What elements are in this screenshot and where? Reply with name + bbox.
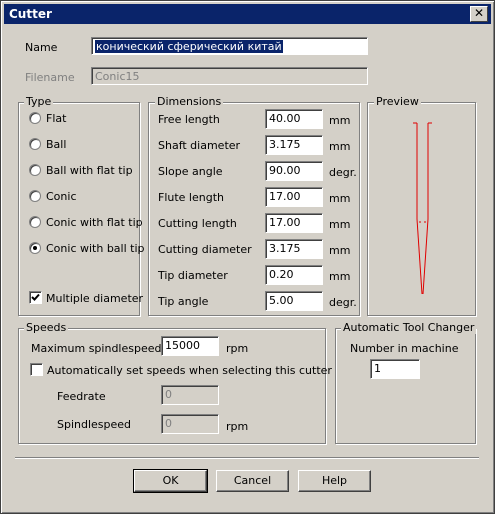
window-title: Cutter [9, 7, 52, 21]
multiple-diameter-label: Multiple diameter [46, 292, 144, 305]
type-radio[interactable] [29, 216, 41, 228]
type-option-label: Ball with flat tip [46, 164, 133, 177]
checkmark-icon [31, 293, 40, 301]
preview-group-title: Preview [374, 95, 421, 108]
number-in-machine-input[interactable]: 1 [370, 359, 420, 379]
dimension-label: Cutting diameter [158, 243, 252, 256]
speeds-group-title: Speeds [24, 321, 69, 334]
cutter-dialog: Cutter ✕ Name конический сферический кит… [0, 0, 495, 514]
dimension-input[interactable]: 0.20 [265, 265, 323, 285]
radio-selected-dot [33, 246, 37, 250]
dimension-unit: degr. [329, 296, 357, 309]
dimension-unit: mm [329, 114, 351, 127]
cutter-preview-drawing [413, 122, 432, 295]
dimension-input[interactable]: 90.00 [265, 161, 323, 181]
type-option-label: Conic with ball tip [46, 242, 145, 255]
dimension-label: Flute length [158, 191, 224, 204]
atc-group-title: Automatic Tool Changer [341, 321, 477, 334]
dimension-unit: mm [329, 140, 351, 153]
dimension-input[interactable]: 3.175 [265, 239, 323, 259]
type-radio[interactable] [29, 242, 41, 254]
type-group [18, 102, 140, 316]
name-label: Name [25, 41, 58, 54]
dimension-label: Slope angle [158, 165, 223, 178]
name-value: конический сферический китай [95, 40, 283, 53]
dimension-unit: mm [329, 192, 351, 205]
dimension-label: Tip angle [158, 295, 209, 308]
dimension-input[interactable]: 17.00 [265, 187, 323, 207]
spindlespeed-input: 0 [161, 414, 219, 434]
type-option-label: Flat [46, 112, 67, 125]
dimension-label: Tip diameter [158, 269, 228, 282]
type-option-label: Ball [46, 138, 67, 151]
dimension-input[interactable]: 3.175 [265, 135, 323, 155]
dimension-unit: degr. [329, 166, 357, 179]
ok-button[interactable]: OK [133, 469, 208, 493]
auto-speeds-checkbox[interactable] [30, 363, 43, 376]
name-input[interactable]: конический сферический китай [91, 37, 368, 55]
spindlespeed-unit: rpm [226, 420, 249, 433]
close-icon[interactable]: ✕ [470, 6, 488, 22]
dimension-input[interactable]: 40.00 [265, 109, 323, 129]
title-bar: Cutter ✕ [4, 4, 491, 24]
max-spindlespeed-unit: rpm [226, 342, 249, 355]
type-radio[interactable] [29, 138, 41, 150]
dimension-label: Free length [158, 113, 220, 126]
type-option-label: Conic with flat tip [46, 216, 143, 229]
help-button[interactable]: Help [298, 470, 371, 492]
dimension-unit: mm [329, 244, 351, 257]
cancel-button[interactable]: Cancel [216, 470, 289, 492]
dimension-label: Cutting length [158, 217, 237, 230]
type-radio[interactable] [29, 190, 41, 202]
filename-label: Filename [25, 71, 75, 84]
dimension-label: Shaft diameter [158, 139, 241, 152]
type-option-label: Conic [46, 190, 77, 203]
type-radio[interactable] [29, 164, 41, 176]
max-spindlespeed-label: Maximum spindlespeed [31, 342, 162, 355]
number-in-machine-label: Number in machine [350, 342, 459, 355]
filename-input: Conic15 [91, 67, 368, 85]
dimension-unit: mm [329, 218, 351, 231]
type-radio[interactable] [29, 112, 41, 124]
max-spindlespeed-input[interactable]: 15000 [161, 336, 219, 356]
type-group-title: Type [24, 95, 54, 108]
auto-speeds-label: Automatically set speeds when selecting … [47, 364, 332, 377]
dimensions-group [148, 102, 360, 316]
dimensions-group-title: Dimensions [155, 95, 224, 108]
feedrate-input: 0 [161, 385, 219, 405]
spindlespeed-label: Spindlespeed [57, 418, 132, 431]
dimension-input[interactable]: 5.00 [265, 291, 323, 311]
separator [15, 457, 479, 459]
feedrate-label: Feedrate [57, 390, 106, 403]
dimension-input[interactable]: 17.00 [265, 213, 323, 233]
dimension-unit: mm [329, 270, 351, 283]
multiple-diameter-checkbox[interactable] [29, 291, 42, 304]
